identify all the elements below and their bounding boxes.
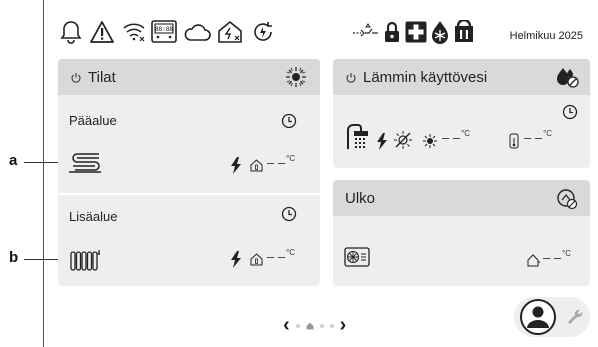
pager-prev-button[interactable]: ‹ <box>283 314 290 337</box>
clock-icon[interactable] <box>281 113 297 134</box>
outdoor-sensor-icon <box>527 254 541 272</box>
clock-icon[interactable] <box>562 104 578 125</box>
outdoor-card-title: Ulko <box>345 190 376 207</box>
controller-icon[interactable]: 88:88 <box>150 18 178 46</box>
date-display: Helmikuu 2025 <box>509 30 583 42</box>
home-smart-icon[interactable] <box>216 18 244 46</box>
radiator-icon <box>70 248 102 277</box>
svg-text:88:88: 88:88 <box>155 26 173 33</box>
main-zone-temperature: – – <box>267 155 286 170</box>
indoor-sensor-icon <box>250 253 263 271</box>
power-icon <box>346 72 356 83</box>
silent-mode-icon[interactable] <box>452 18 476 46</box>
outdoor-card-header[interactable]: Ulko <box>333 180 590 216</box>
pager-dot[interactable] <box>329 323 334 328</box>
dhw-off-icon <box>555 66 579 93</box>
dhw-card[interactable]: Lämmin käyttövesi – –°C – –°C <box>333 59 590 168</box>
additional-zone-name[interactable]: Lisäalue <box>69 209 117 224</box>
outdoor-card[interactable]: Ulko – –°C <box>333 180 590 286</box>
clock-icon[interactable] <box>281 206 297 227</box>
outdoor-unit: °C <box>562 249 572 258</box>
main-zone-name[interactable]: Pääalue <box>69 113 117 128</box>
pager-next-button[interactable]: › <box>340 314 347 337</box>
status-bar: 88:88 Helmikuu 2025 <box>57 18 589 50</box>
indoor-sensor-icon <box>250 159 263 177</box>
pager: ‹ › <box>283 314 346 337</box>
rooms-card: Tilat Pääalue – –°C Lisäalue – –°C <box>58 59 320 286</box>
dhw-temperature-1: – – <box>442 130 461 145</box>
outdoor-unit-icon <box>344 247 370 272</box>
dhw-unit-1: °C <box>461 129 471 138</box>
dhw-card-title: Lämmin käyttövesi <box>363 69 488 86</box>
bolt-icon <box>230 251 242 273</box>
home-icon[interactable] <box>306 322 314 330</box>
outdoor-temperature: – – <box>543 250 562 265</box>
bolt-icon <box>230 157 242 179</box>
main-zone-unit: °C <box>286 154 296 163</box>
frame-edge <box>43 0 45 347</box>
additional-zone-temperature: – – <box>267 249 286 264</box>
sync-icon[interactable] <box>249 18 277 46</box>
user-icon[interactable] <box>518 297 558 342</box>
dhw-card-header[interactable]: Lämmin käyttövesi <box>333 59 590 95</box>
external-input-icon[interactable] <box>351 18 381 46</box>
dhw-unit-2: °C <box>543 129 553 138</box>
sun-icon <box>285 66 307 93</box>
wrench-icon[interactable] <box>566 308 584 331</box>
zone-divider <box>58 193 320 195</box>
sun-off-icon <box>393 130 413 155</box>
rooms-card-title: Tilat <box>88 69 116 86</box>
pager-dot[interactable] <box>319 323 324 328</box>
additional-zone-unit: °C <box>286 248 296 257</box>
dhw-temperature-2: – – <box>524 130 543 145</box>
emergency-icon[interactable] <box>403 18 429 46</box>
bell-icon[interactable] <box>57 18 85 46</box>
callout-b: b <box>9 249 19 266</box>
defrost-icon[interactable] <box>428 18 452 46</box>
outdoor-off-icon <box>556 188 578 215</box>
cloud-icon[interactable] <box>183 18 211 46</box>
callout-a: a <box>9 152 18 169</box>
rooms-card-header[interactable]: Tilat <box>58 59 320 95</box>
warning-icon[interactable] <box>88 18 116 46</box>
bolt-icon <box>376 133 388 155</box>
shower-icon <box>345 122 369 155</box>
sun-icon <box>422 133 438 154</box>
tank-sensor-icon <box>508 133 520 154</box>
power-icon <box>71 72 81 83</box>
pager-dot[interactable] <box>295 323 300 328</box>
wifi-off-icon[interactable] <box>120 18 148 46</box>
underfloor-heating-icon <box>69 151 101 178</box>
lock-icon[interactable] <box>382 18 402 46</box>
